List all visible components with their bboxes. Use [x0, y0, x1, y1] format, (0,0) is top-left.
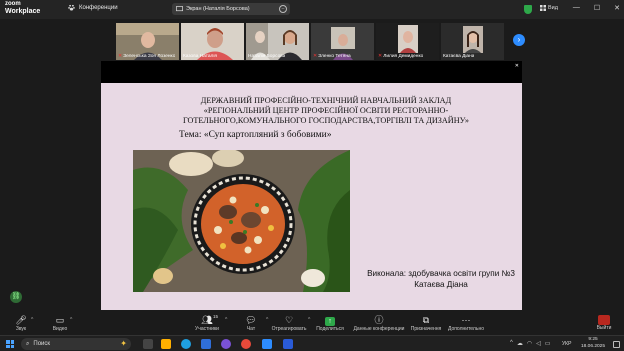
slide-author: Виконала: здобувачка освіти групи №3 Кат… [367, 269, 515, 289]
muted-mic-icon: ✕ [313, 53, 318, 59]
clock-date: 18.06.2025 [580, 343, 605, 349]
zoom-window: zoom Workplace Конференции Экран (Наталі… [0, 0, 624, 351]
chain-link-icon[interactable]: ⛓ [10, 291, 22, 303]
word-icon[interactable] [283, 339, 293, 349]
notifications-icon[interactable] [613, 341, 620, 348]
slide-top-bar: ✕ [101, 61, 522, 83]
zoom-taskbar-icon[interactable] [262, 339, 272, 349]
participant-name: Наталія Борсова [248, 54, 286, 59]
shared-screen-tab[interactable]: Экран (Наталія Борсова) – [172, 3, 290, 15]
store-icon[interactable] [201, 339, 211, 349]
search-highlight-icon: ✦ [120, 339, 127, 348]
view-label: Вид [548, 5, 558, 11]
taskbar-search[interactable]: ⌕ Поиск ✦ [21, 338, 131, 350]
paw-icon [68, 4, 75, 11]
file-explorer-icon[interactable] [161, 339, 171, 349]
heart-icon: ♡ [284, 315, 294, 325]
os-taskbar: ⌕ Поиск ✦ ^ ☁ ◠ ◁ ▭ УКР 9:25 18.06.2025 [0, 335, 624, 351]
meeting-toolbar: 🎤︎ Звук ^ ▭ Видео ^ 👥︎ 15 Участники ^ 💬︎… [0, 313, 624, 335]
participant-tile-active-speaker[interactable]: Наталія Борсова [246, 23, 309, 60]
close-icon[interactable]: ✕ [515, 63, 519, 69]
shared-screen: ✕ ДЕРЖАВНИЙ ПРОФЕСІЙНО-ТЕХНІЧНИЙ НАВЧАЛЬ… [101, 61, 522, 310]
more-button[interactable]: ⋯ Дополнительно [441, 314, 491, 332]
participant-tile[interactable]: Казова Наталія [181, 23, 244, 60]
battery-icon[interactable]: ▭ [545, 340, 551, 347]
participant-name: Катаєва Діана [443, 54, 475, 59]
close-button[interactable]: ✕ [614, 4, 620, 12]
system-tray: ^ ☁ ◠ ◁ ▭ [510, 340, 550, 347]
zoom-logo: zoom Workplace [5, 1, 41, 15]
taskbar-clock[interactable]: 9:25 18.06.2025 [577, 337, 609, 350]
screen-share-icon [176, 6, 183, 12]
participant-tile[interactable]: ✕ Зленко Тетяна [311, 23, 374, 60]
search-icon: ⌕ [26, 340, 30, 347]
volume-icon[interactable]: ◁ [536, 340, 541, 347]
participant-name: Казова Наталія [183, 54, 218, 59]
grid-icon [540, 5, 546, 11]
leave-icon[interactable] [598, 315, 610, 325]
muted-mic-icon: ✕ [118, 53, 123, 59]
slide-title: ДЕРЖАВНИЙ ПРОФЕСІЙНО-ТЕХНІЧНИЙ НАВЧАЛЬНИ… [182, 96, 470, 125]
slide-topic: Тема: «Суп картопляний з бобовими» [179, 130, 332, 140]
cloud-icon[interactable]: ☁ [517, 340, 523, 347]
chevron-up-icon[interactable]: ^ [31, 317, 33, 323]
view-button[interactable]: Вид [540, 5, 558, 11]
participant-tile[interactable]: ✕ Зеленська Зоя Лозенко [116, 23, 179, 60]
participant-strip: ✕ Зеленська Зоя Лозенко Казова Наталія На… [116, 23, 508, 60]
edge-icon[interactable] [181, 339, 191, 349]
more-dots-icon: ⋯ [461, 315, 471, 325]
language-indicator[interactable]: УКР [562, 341, 571, 347]
title-bar: zoom Workplace Конференции Экран (Наталі… [0, 0, 624, 19]
video-button[interactable]: ▭ Видео ^ [35, 314, 85, 332]
muted-mic-icon: ✕ [378, 53, 383, 59]
participant-name: Зеленська Зоя Лозенко [123, 53, 176, 59]
shared-screen-title: Экран (Наталія Борсова) [186, 6, 250, 12]
info-icon: ⓘ [374, 315, 384, 325]
minimize-button[interactable]: — [573, 4, 580, 12]
conference-tab-label: Конференции [79, 4, 118, 11]
meeting-info-button[interactable]: ⓘ Данные конференции [354, 314, 405, 332]
next-page-button[interactable]: › [513, 34, 525, 46]
viber-icon[interactable] [221, 339, 231, 349]
chevron-right-icon: › [517, 35, 521, 44]
chat-bubble-icon: 💬︎ [245, 315, 257, 325]
participant-name: Лилия Демиденко [383, 53, 424, 59]
windows-start-icon[interactable] [6, 340, 14, 348]
search-placeholder: Поиск [33, 341, 51, 347]
participant-name: Зленко Тетяна [318, 53, 351, 59]
conference-tab[interactable]: Конференции [68, 4, 118, 11]
participant-tile[interactable]: ✕ Лилия Демиденко [376, 23, 439, 60]
leave-button[interactable]: Выйти [579, 325, 624, 331]
window-controls: — ☐ ✕ [573, 4, 620, 12]
muted-microphone-icon: 🎤︎ [15, 315, 27, 325]
wifi-icon[interactable]: ◠ [527, 340, 532, 347]
chrome-icon[interactable] [241, 339, 251, 349]
captions-icon: ⧉ [422, 315, 430, 325]
soup-photo [133, 150, 350, 292]
participant-tile[interactable]: Катаєва Діана [441, 23, 504, 60]
chevron-up-icon[interactable]: ^ [70, 317, 72, 323]
share-button[interactable]: ↑ Поделиться [305, 314, 355, 332]
minus-icon[interactable]: – [279, 5, 287, 13]
tray-overflow-icon[interactable]: ^ [510, 340, 513, 347]
share-arrow-icon: ↑ [325, 314, 335, 326]
shield-icon[interactable] [524, 5, 532, 14]
task-view-icon[interactable] [143, 339, 153, 349]
video-camera-icon: ▭ [55, 315, 65, 325]
participants-button[interactable]: 👥︎ 15 Участники ^ [182, 314, 232, 332]
maximize-button[interactable]: ☐ [594, 4, 600, 12]
participants-icon: 👥︎ [201, 315, 213, 325]
